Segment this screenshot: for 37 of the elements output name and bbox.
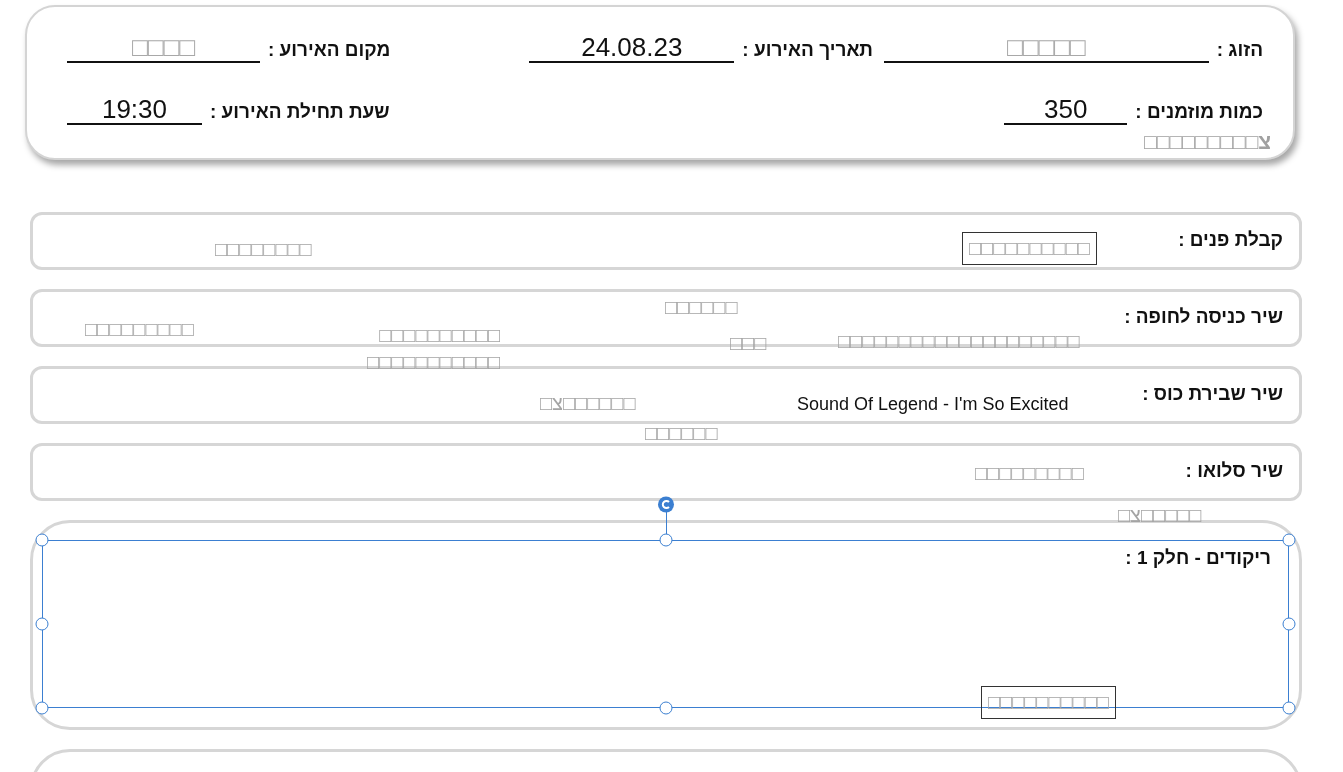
text-label: □□□□□□□□□□ □□□□□□□□□□□ [366,323,500,375]
section-label: קבלת פנים : [1178,229,1283,250]
section-label: שיר סלואו : [1185,460,1283,481]
text-label: □□□□□□□□□ [85,317,194,342]
field-value: 350 [1004,95,1128,125]
section-label: שיר כניסה לחופה : [1124,306,1283,327]
resize-handle[interactable] [659,701,672,715]
field-label: שעת תחילת האירוע : [210,100,390,124]
field-label: כמות מוזמנים : [1135,100,1263,124]
resize-handle[interactable] [35,617,49,631]
text-label: □□□□□□□□ [215,237,312,262]
text-label: □□□□□□□□□ [975,461,1084,486]
text-label: □□□ [730,331,767,356]
field-label: הזוג : [1216,38,1263,62]
resize-handle[interactable] [1282,701,1296,715]
resize-handle[interactable] [35,533,49,547]
text-label: □□□□□□□□□□□□□□□□□□□□ [838,329,1080,354]
note-text: צ□□□□□□□□□ [1144,130,1271,154]
field-label: מקום האירוע : [268,38,391,62]
song-title: Sound Of Legend - I'm So Excited [797,393,1069,416]
field-label: תאריך האירוע : [742,38,873,62]
framed-label: □□□□□□□□□□ [962,232,1097,265]
resize-handle[interactable] [35,701,49,715]
field-value: 24.08.23 [529,33,735,63]
section-label: ריקודים - חלק 1 : [1125,547,1271,568]
resize-handle[interactable] [659,533,672,547]
section-label: שיר שבירת כוס : [1142,383,1283,404]
text-label: □□□□□צ□ [1118,503,1202,528]
field-value: 19:30 [67,95,202,125]
resize-handle[interactable] [1282,617,1296,631]
field-value: □□□□□ [883,33,1209,63]
text-label: □□□□□□ [645,421,718,446]
rotate-handle-icon[interactable] [657,496,674,513]
text-label: □□□□□□ [665,295,738,320]
resize-handle[interactable] [1282,533,1296,547]
field-value: □□□□ [67,33,260,63]
text-label: □□□□□□צ□ [540,391,636,416]
